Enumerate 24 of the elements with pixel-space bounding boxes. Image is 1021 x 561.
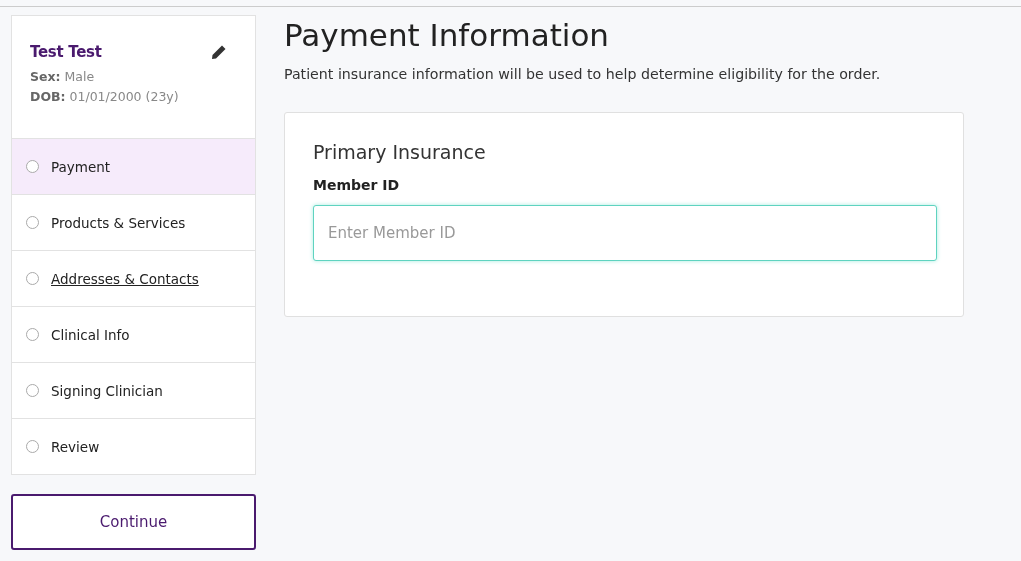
page-title: Payment Information	[284, 17, 610, 53]
radio-circle-icon	[26, 216, 39, 229]
detail-label: Sex:	[30, 69, 61, 84]
member-id-field[interactable]: Enter Member ID	[313, 205, 937, 261]
field-label: Member ID	[313, 177, 401, 193]
step-item[interactable]: Clinical Info	[12, 307, 255, 363]
step-item[interactable]: Products & Services	[12, 195, 255, 251]
radio-circle-icon	[26, 384, 39, 397]
card-title: Primary Insurance	[313, 141, 487, 163]
continue-button[interactable]: Continue	[11, 494, 256, 550]
step-item[interactable]: Addresses & Contacts	[12, 251, 255, 307]
radio-circle-icon	[26, 328, 39, 341]
radio-circle-icon	[26, 440, 39, 453]
detail-label: DOB:	[30, 89, 66, 104]
step-item[interactable]: Review	[12, 419, 255, 474]
page-description: Patient insurance information will be used to help determine eligibility for the order.	[284, 66, 882, 82]
pencil-icon[interactable]	[211, 44, 227, 60]
radio-circle-icon	[26, 160, 39, 173]
radio-circle-icon	[26, 272, 39, 285]
step-item[interactable]: Signing Clinician	[12, 363, 255, 419]
detail-value: 01/01/2000 (23y)	[69, 89, 179, 104]
step-item[interactable]: Payment	[12, 139, 255, 195]
patient-name: Test Test	[30, 43, 102, 61]
detail-value: Male	[64, 69, 95, 84]
